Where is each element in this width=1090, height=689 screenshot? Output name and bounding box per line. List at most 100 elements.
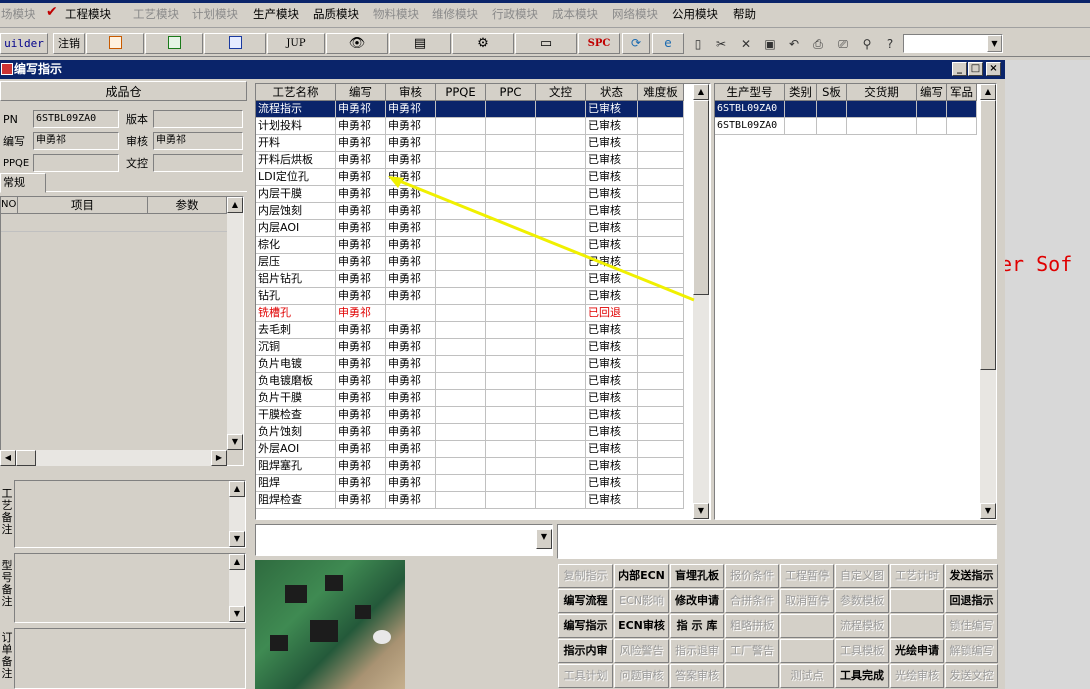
process-col-header[interactable]: 工艺名称 (256, 84, 336, 101)
action-button[interactable]: 流程模板 (835, 614, 889, 638)
excel-button[interactable] (145, 33, 203, 54)
process-cell[interactable] (536, 458, 586, 475)
menu-cost[interactable]: 成本模块 (552, 6, 598, 22)
menu-repair[interactable]: 维修模块 (432, 6, 478, 22)
process-row[interactable]: 沉铜 申勇祁 申勇祁 已审核 (256, 339, 710, 356)
model-cell[interactable] (947, 118, 977, 135)
version-field[interactable] (153, 110, 243, 128)
process-cell[interactable] (638, 322, 684, 339)
process-cell[interactable] (436, 458, 486, 475)
process-cell[interactable]: 已审核 (586, 441, 638, 458)
save-icon[interactable]: ▣ (760, 35, 780, 54)
menu-network[interactable]: 网络模块 (612, 6, 658, 22)
vscroll-thumb[interactable] (980, 100, 996, 370)
process-cell[interactable]: 内层AOI (256, 220, 336, 237)
scroll-up-icon[interactable]: ▲ (980, 84, 996, 100)
note2-vscroll[interactable]: ▲ ▼ (229, 554, 245, 622)
model-cell[interactable] (847, 101, 917, 118)
process-cell[interactable] (486, 118, 536, 135)
action-button[interactable]: 发送文控 (945, 664, 998, 688)
process-cell[interactable]: 申勇祁 (336, 169, 386, 186)
process-cell[interactable]: 申勇祁 (336, 475, 386, 492)
process-cell[interactable] (536, 373, 586, 390)
menu-process[interactable]: 工艺模块 (133, 6, 179, 22)
process-cell[interactable]: 已审核 (586, 152, 638, 169)
process-row[interactable]: 干膜检查 申勇祁 申勇祁 已审核 (256, 407, 710, 424)
menu-planning[interactable]: 计划模块 (192, 6, 238, 22)
process-cell[interactable]: 已审核 (586, 492, 638, 509)
action-button[interactable]: 工程暂停 (780, 564, 834, 588)
action-button[interactable]: 光绘申请 (890, 639, 944, 663)
minimize-button[interactable]: _ (952, 62, 967, 76)
action-button[interactable]: 工厂警告 (725, 639, 779, 663)
process-cell[interactable] (436, 373, 486, 390)
process-cell[interactable] (536, 101, 586, 118)
process-cell[interactable]: 开料后烘板 (256, 152, 336, 169)
process-cell[interactable]: 申勇祁 (336, 186, 386, 203)
model-cell[interactable]: 6STBL09ZA0 (715, 118, 785, 135)
process-cell[interactable] (536, 305, 586, 322)
order-note-memo[interactable] (14, 628, 246, 689)
process-cell[interactable]: 申勇祁 (336, 424, 386, 441)
process-cell[interactable] (386, 305, 436, 322)
action-button[interactable]: 指示内审 (558, 639, 613, 663)
maximize-button[interactable]: □ (968, 62, 983, 76)
action-button[interactable]: 指 示 库 (670, 614, 724, 638)
process-cell[interactable]: 申勇祁 (336, 373, 386, 390)
help-icon[interactable]: ? (880, 35, 900, 54)
process-cell[interactable]: 已审核 (586, 373, 638, 390)
scroll-right-icon[interactable]: ▶ (211, 450, 227, 466)
powerpoint-button[interactable] (86, 33, 144, 54)
process-cell[interactable]: 已审核 (586, 407, 638, 424)
action-button[interactable]: 指示退审 (670, 639, 724, 663)
process-cell[interactable] (486, 407, 536, 424)
process-col-header[interactable]: 审核 (386, 84, 436, 101)
ie-button[interactable]: e (652, 33, 684, 54)
chevron-down-icon[interactable]: ▼ (536, 529, 552, 549)
process-cell[interactable]: 钻孔 (256, 288, 336, 305)
process-cell[interactable] (536, 407, 586, 424)
scroll-down-icon[interactable]: ▼ (227, 434, 243, 450)
preview-icon[interactable]: ⎙ (808, 35, 828, 54)
params-vscroll[interactable]: ▲ ▼ (227, 197, 243, 450)
process-note-memo[interactable] (14, 480, 246, 548)
action-button[interactable]: 自定义图 (835, 564, 889, 588)
process-cell[interactable]: 已审核 (586, 356, 638, 373)
process-cell[interactable]: 外层AOI (256, 441, 336, 458)
doc-control-field[interactable] (153, 154, 243, 172)
process-cell[interactable] (486, 458, 536, 475)
process-cell[interactable]: 申勇祁 (336, 288, 386, 305)
model-col-header[interactable]: S板 (817, 84, 847, 101)
action-button[interactable]: 参数模板 (835, 589, 889, 613)
process-row[interactable]: 负片蚀刻 申勇祁 申勇祁 已审核 (256, 424, 710, 441)
process-col-header[interactable]: PPC (486, 84, 536, 101)
process-cell[interactable] (436, 305, 486, 322)
process-cell[interactable]: 申勇祁 (386, 492, 436, 509)
jup-button[interactable]: JUP (267, 33, 325, 54)
process-cell[interactable] (638, 373, 684, 390)
process-cell[interactable] (436, 441, 486, 458)
model-cell[interactable] (817, 101, 847, 118)
model-note-memo[interactable] (14, 553, 246, 623)
process-cell[interactable] (486, 152, 536, 169)
process-cell[interactable] (436, 390, 486, 407)
action-button[interactable]: 内部ECN (614, 564, 669, 588)
process-cell[interactable]: 层压 (256, 254, 336, 271)
process-row[interactable]: 阻焊检查 申勇祁 申勇祁 已审核 (256, 492, 710, 509)
process-cell[interactable] (638, 441, 684, 458)
process-cell[interactable] (536, 424, 586, 441)
process-cell[interactable]: 申勇祁 (336, 322, 386, 339)
action-button[interactable]: 锁住编写 (945, 614, 998, 638)
model-cell[interactable] (847, 118, 917, 135)
hscroll-thumb[interactable] (16, 450, 36, 466)
process-cell[interactable] (486, 373, 536, 390)
process-cell[interactable]: 申勇祁 (336, 152, 386, 169)
process-cell[interactable]: 已审核 (586, 458, 638, 475)
model-col-header[interactable]: 生产型号 (715, 84, 785, 101)
model-col-header[interactable]: 类别 (785, 84, 817, 101)
process-col-header[interactable]: 编写 (336, 84, 386, 101)
menu-engineering[interactable]: 工程模块 (65, 6, 111, 22)
process-cell[interactable] (536, 322, 586, 339)
computer-button[interactable]: ▭ (515, 33, 577, 54)
process-cell[interactable] (536, 356, 586, 373)
